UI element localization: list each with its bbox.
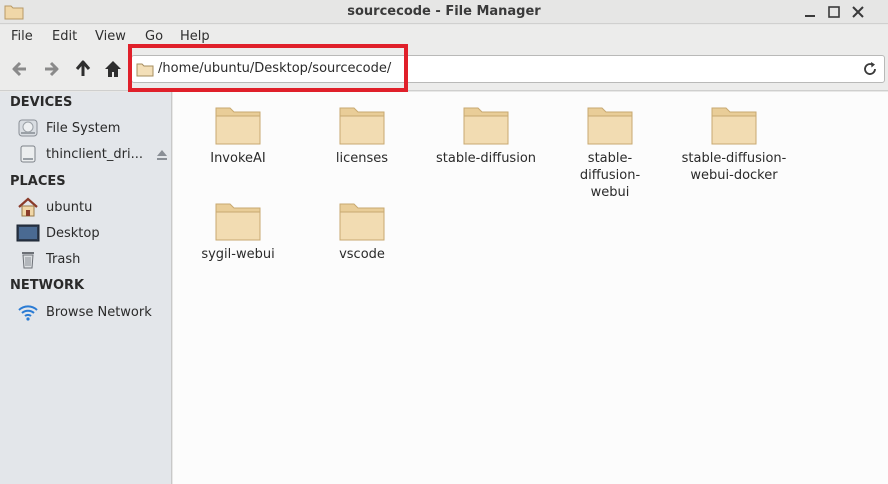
back-button[interactable] bbox=[9, 58, 31, 80]
close-button[interactable] bbox=[850, 4, 866, 20]
folder-item-invokeai[interactable]: InvokeAI bbox=[176, 102, 300, 167]
folder-icon bbox=[215, 203, 261, 241]
menu-edit[interactable]: Edit bbox=[52, 29, 77, 44]
section-network: NETWORK bbox=[10, 278, 85, 293]
trash-icon bbox=[16, 248, 40, 270]
home-icon bbox=[105, 61, 121, 77]
sidebar-item-ubuntu[interactable]: ubuntu bbox=[16, 196, 168, 218]
arrow-right-icon bbox=[45, 61, 59, 77]
folder-item-stable-diffusion-webui[interactable]: stable-diffusion-webui bbox=[548, 102, 672, 201]
sidebar-item-trash[interactable]: Trash bbox=[16, 248, 168, 270]
drive-icon bbox=[16, 143, 40, 165]
folder-name: vscode bbox=[339, 247, 385, 262]
sidebar-item-label: ubuntu bbox=[46, 199, 93, 215]
folder-item-vscode[interactable]: vscode bbox=[300, 198, 424, 263]
file-view: InvokeAI licenses stable-diffusion stabl… bbox=[173, 92, 888, 484]
folder-item-sygil-webui[interactable]: sygil-webui bbox=[176, 198, 300, 263]
folder-item-stable-diffusion-webui-docker[interactable]: stable-diffusion-webui-docker bbox=[672, 102, 796, 184]
eject-icon[interactable] bbox=[156, 149, 168, 161]
section-places: PLACES bbox=[10, 174, 66, 189]
maximize-button[interactable] bbox=[826, 4, 842, 20]
folder-item-licenses[interactable]: licenses bbox=[300, 102, 424, 167]
folder-icon bbox=[587, 107, 633, 145]
home-folder-icon bbox=[16, 196, 40, 218]
sidebar-item-label: Trash bbox=[46, 251, 81, 267]
folder-icon bbox=[339, 107, 385, 145]
folder-icon bbox=[711, 107, 757, 145]
menu-go[interactable]: Go bbox=[145, 29, 163, 44]
folder-name: InvokeAI bbox=[210, 151, 266, 166]
arrow-left-icon bbox=[12, 61, 26, 77]
arrow-up-icon bbox=[75, 60, 91, 76]
sidebar-item-label: File System bbox=[46, 120, 121, 136]
location-highlight-box bbox=[128, 44, 408, 92]
sidebar-item-file-system[interactable]: File System bbox=[16, 117, 168, 139]
sidebar-item-label: Browse Network bbox=[46, 304, 152, 320]
forward-button[interactable] bbox=[40, 58, 62, 80]
section-devices: DEVICES bbox=[10, 95, 73, 110]
minimize-button[interactable] bbox=[802, 4, 818, 20]
sidebar: DEVICES File System thinclient_dri... PL… bbox=[0, 92, 172, 484]
folder-icon bbox=[339, 203, 385, 241]
folder-item-stable-diffusion[interactable]: stable-diffusion bbox=[424, 102, 548, 167]
menu-help[interactable]: Help bbox=[180, 29, 210, 44]
desktop-icon bbox=[16, 222, 40, 244]
folder-name: stable-diffusion bbox=[435, 151, 537, 166]
window-title: sourcecode - File Manager bbox=[347, 4, 541, 19]
menu-view[interactable]: View bbox=[95, 29, 126, 44]
folder-name: stable-diffusion-webui-docker bbox=[681, 151, 787, 183]
sidebar-item-desktop[interactable]: Desktop bbox=[16, 222, 168, 244]
folder-icon bbox=[463, 107, 509, 145]
wifi-icon bbox=[16, 301, 40, 323]
folder-name: licenses bbox=[335, 151, 389, 166]
up-button[interactable] bbox=[72, 58, 94, 80]
sidebar-item-thinclient-drive[interactable]: thinclient_dri... bbox=[16, 143, 168, 165]
hard-drive-icon bbox=[16, 117, 40, 139]
home-button[interactable] bbox=[102, 58, 124, 80]
folder-name: sygil-webui bbox=[201, 247, 275, 262]
title-bar: sourcecode - File Manager bbox=[0, 0, 888, 24]
sidebar-item-label: thinclient_dri... bbox=[46, 146, 143, 162]
folder-icon bbox=[215, 107, 261, 145]
sidebar-item-browse-network[interactable]: Browse Network bbox=[16, 301, 168, 323]
reload-icon[interactable] bbox=[862, 61, 878, 77]
sidebar-item-label: Desktop bbox=[46, 225, 100, 241]
menu-file[interactable]: File bbox=[11, 29, 33, 44]
folder-name: stable-diffusion-webui bbox=[579, 151, 641, 200]
